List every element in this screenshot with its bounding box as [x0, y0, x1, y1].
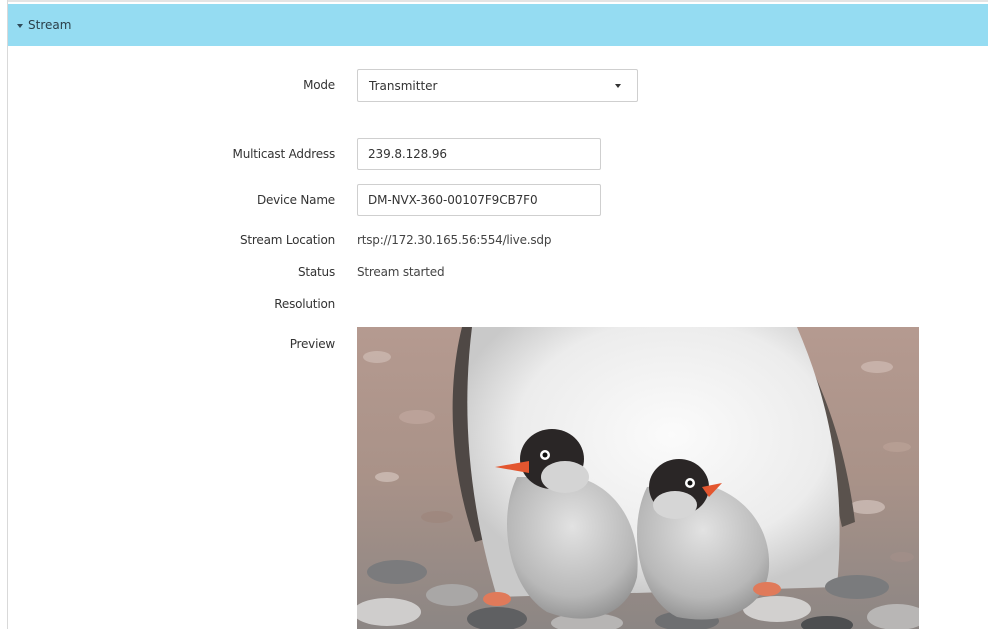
mode-label: Mode	[303, 78, 335, 92]
stream-settings-page: Stream Mode Transmitter Multicast Addres…	[0, 0, 988, 629]
dropdown-arrow-icon[interactable]	[615, 84, 621, 88]
status-label: Status	[297, 265, 335, 279]
preview-label: Preview	[289, 337, 336, 351]
status-value: Stream started	[357, 265, 445, 279]
stream-location-label: Stream Location	[240, 233, 335, 247]
stream-location-value: rtsp://172.30.165.56:554/live.sdp	[357, 233, 552, 247]
device-name-label: Device Name	[256, 193, 335, 207]
multicast-address-input[interactable]	[357, 138, 601, 170]
panel-left-border	[7, 0, 8, 629]
multicast-address-label: Multicast Address	[232, 147, 336, 161]
resolution-label: Resolution	[274, 297, 335, 311]
mode-selected-value: Transmitter	[369, 78, 438, 93]
panel-top-border	[7, 0, 988, 2]
caret-down-icon[interactable]	[17, 23, 23, 28]
stream-preview-image	[357, 327, 919, 629]
stream-panel-header[interactable]: Stream	[8, 4, 988, 46]
panel-title: Stream	[28, 18, 72, 32]
mode-select[interactable]: Transmitter	[357, 69, 638, 102]
device-name-input[interactable]	[357, 184, 601, 216]
